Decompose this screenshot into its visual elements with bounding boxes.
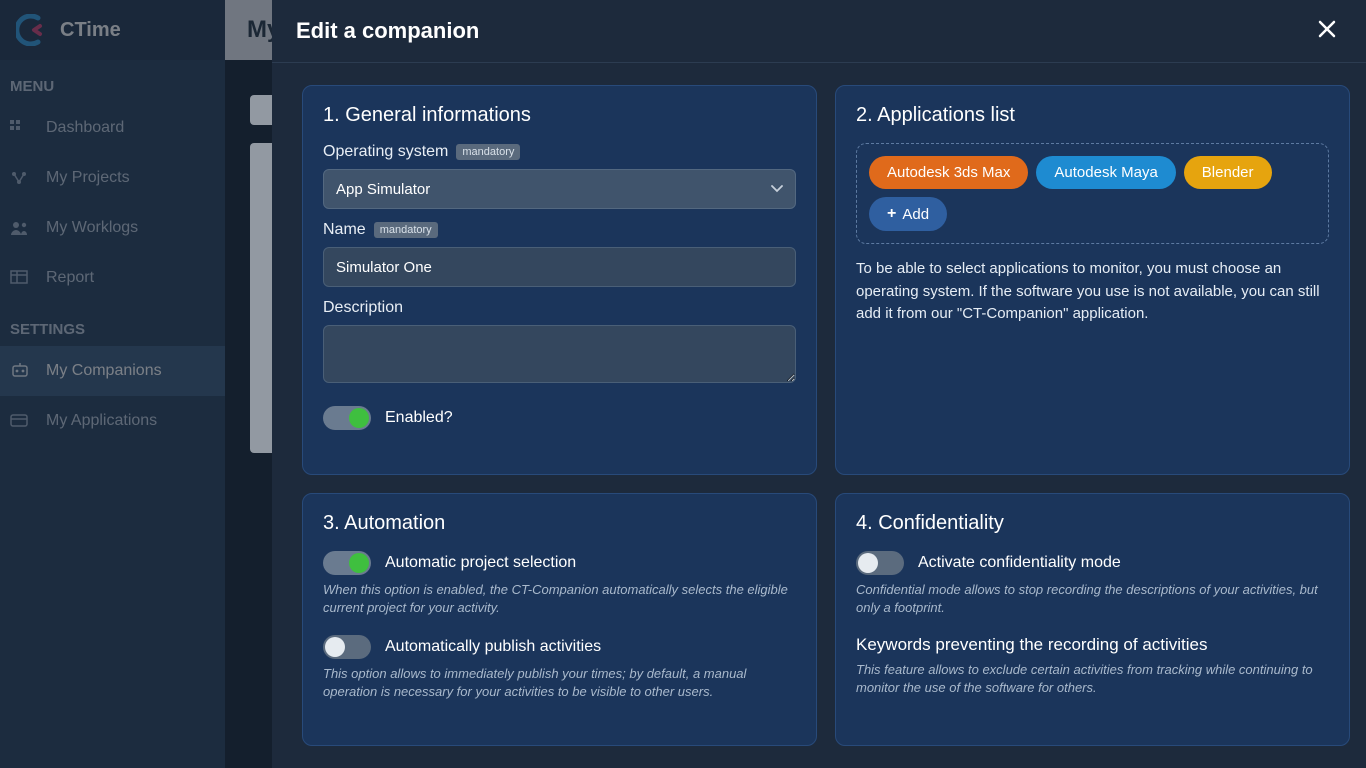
apps-dropzone: Autodesk 3ds Max Autodesk Maya Blender +… <box>856 143 1329 244</box>
modal-body: 1. General informations Operating system… <box>272 63 1366 768</box>
name-label-row: Name mandatory <box>323 221 796 239</box>
app-pill-3dsmax[interactable]: Autodesk 3ds Max <box>869 156 1028 189</box>
confidentiality-help: Confidential mode allows to stop recordi… <box>856 581 1329 617</box>
chevron-down-icon <box>771 182 783 196</box>
panel-automation: 3. Automation Automatic project selectio… <box>302 493 817 746</box>
modal-header: Edit a companion <box>272 0 1366 63</box>
panel-confidentiality: 4. Confidentiality Activate confidential… <box>835 493 1350 746</box>
auto-publish-label: Automatically publish activities <box>385 638 601 656</box>
auto-publish-help: This option allows to immediately publis… <box>323 665 796 701</box>
os-label-row: Operating system mandatory <box>323 143 796 161</box>
panel-automation-title: 3. Automation <box>323 512 796 535</box>
add-app-button[interactable]: + Add <box>869 197 947 231</box>
mandatory-badge: mandatory <box>456 144 520 160</box>
modal-title: Edit a companion <box>296 18 479 44</box>
panel-general-title: 1. General informations <box>323 104 796 127</box>
name-input[interactable] <box>323 247 796 287</box>
description-label: Description <box>323 299 403 317</box>
confidentiality-toggle[interactable] <box>856 551 904 575</box>
app-pill-maya[interactable]: Autodesk Maya <box>1036 156 1175 189</box>
auto-publish-row: Automatically publish activities <box>323 635 796 659</box>
os-select[interactable]: App Simulator <box>323 169 796 209</box>
auto-project-help: When this option is enabled, the CT-Comp… <box>323 581 796 617</box>
app-pill-label: Autodesk Maya <box>1054 164 1157 181</box>
auto-project-toggle[interactable] <box>323 551 371 575</box>
description-textarea[interactable] <box>323 325 796 383</box>
enabled-toggle[interactable] <box>323 406 371 430</box>
keywords-title: Keywords preventing the recording of act… <box>856 635 1329 655</box>
panel-general: 1. General informations Operating system… <box>302 85 817 475</box>
enabled-label: Enabled? <box>385 409 453 427</box>
auto-project-label: Automatic project selection <box>385 554 576 572</box>
app-pill-label: Blender <box>1202 164 1254 181</box>
confidentiality-label: Activate confidentiality mode <box>918 554 1121 572</box>
os-label: Operating system <box>323 143 448 161</box>
app-pill-blender[interactable]: Blender <box>1184 156 1272 189</box>
mandatory-badge: mandatory <box>374 222 438 238</box>
add-app-label: Add <box>902 206 929 223</box>
description-label-row: Description <box>323 299 796 317</box>
enabled-row: Enabled? <box>323 406 796 430</box>
name-label: Name <box>323 221 366 239</box>
os-select-value: App Simulator <box>336 181 430 198</box>
plus-icon: + <box>887 205 896 223</box>
panel-confidentiality-title: 4. Confidentiality <box>856 512 1329 535</box>
apps-help-text: To be able to select applications to mon… <box>856 258 1329 326</box>
edit-companion-modal: Edit a companion 1. General informations… <box>272 0 1366 768</box>
confidentiality-row: Activate confidentiality mode <box>856 551 1329 575</box>
keywords-help: This feature allows to exclude certain a… <box>856 661 1329 697</box>
auto-project-row: Automatic project selection <box>323 551 796 575</box>
close-icon[interactable] <box>1312 14 1342 48</box>
app-pill-label: Autodesk 3ds Max <box>887 164 1010 181</box>
auto-publish-toggle[interactable] <box>323 635 371 659</box>
panel-applications-title: 2. Applications list <box>856 104 1329 127</box>
panel-applications: 2. Applications list Autodesk 3ds Max Au… <box>835 85 1350 475</box>
